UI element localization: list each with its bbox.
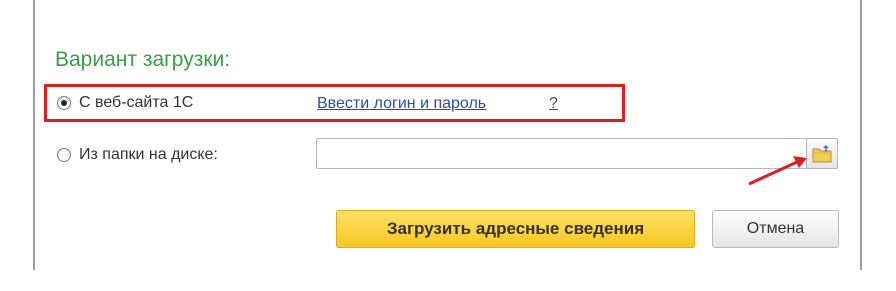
- radio-label-folder[interactable]: Из папки на диске:: [79, 146, 218, 164]
- folder-open-icon: [812, 144, 832, 162]
- radio-button-folder[interactable]: [57, 148, 71, 162]
- load-address-data-button[interactable]: Загрузить адресные сведения: [336, 210, 695, 248]
- dialog-left-border: [33, 0, 35, 270]
- dialog-right-border: [860, 0, 862, 270]
- folder-path-input[interactable]: [316, 138, 808, 169]
- highlight-annotation-box: [44, 84, 625, 122]
- section-title: Вариант загрузки:: [55, 48, 231, 71]
- radio-option-folder[interactable]: Из папки на диске:: [57, 146, 218, 164]
- cancel-button[interactable]: Отмена: [712, 210, 839, 248]
- choose-folder-button[interactable]: [806, 138, 838, 169]
